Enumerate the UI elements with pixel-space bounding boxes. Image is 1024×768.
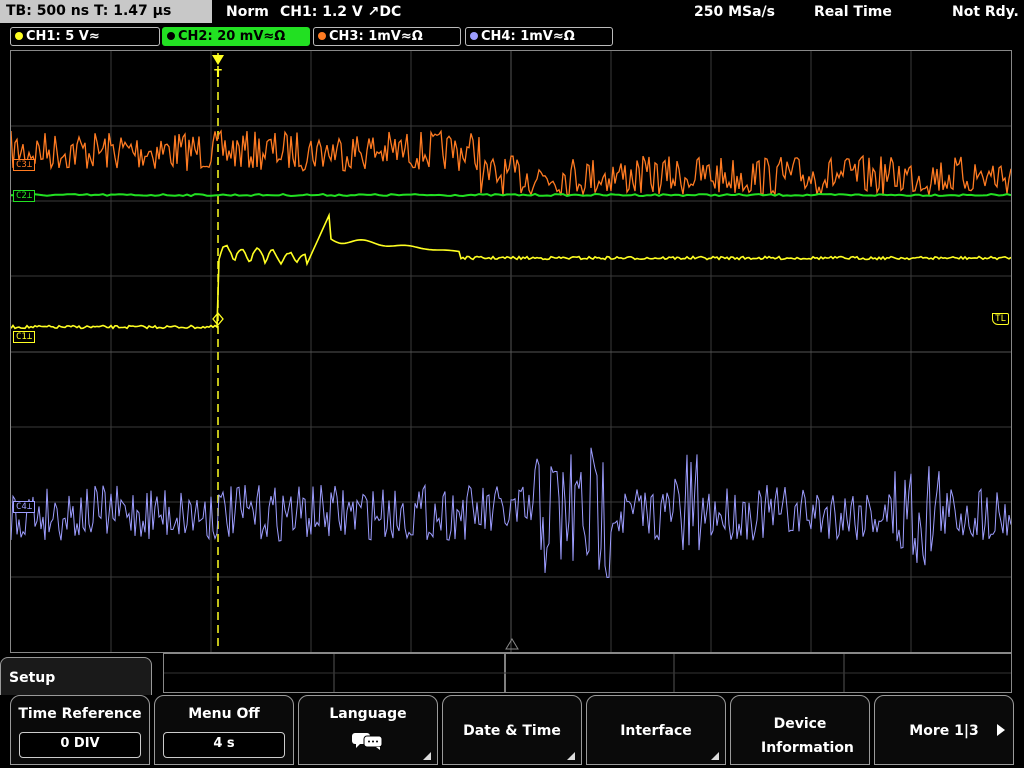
more-button[interactable]: More 1|3: [874, 695, 1014, 765]
zoom-overview-grid: [164, 654, 1011, 692]
zoom-overview-bar[interactable]: [163, 653, 1012, 693]
time-reference-label: Time Reference: [18, 706, 142, 722]
interface-button[interactable]: Interface: [586, 695, 726, 765]
trigger-position-marker[interactable]: [212, 55, 224, 65]
time-reference-value: 0 DIV: [19, 732, 141, 758]
ch2-ground-marker[interactable]: C2⊥: [13, 190, 36, 202]
ch3-ground-marker[interactable]: C3⊥: [13, 159, 36, 171]
trigger-info[interactable]: CH1: 1.2 V ↗DC: [280, 0, 401, 24]
tab-ch4-label: CH4: 1mV≈Ω: [481, 29, 575, 44]
language-button[interactable]: Language: [298, 695, 438, 765]
timebase-readout[interactable]: TB: 500 ns T: 1.47 µs: [0, 0, 212, 23]
language-label: Language: [329, 706, 407, 722]
waveform-display[interactable]: T C3⊥ C2⊥ C1⊥ C4⊥ TL: [10, 50, 1012, 653]
next-page-arrow-icon: [997, 724, 1005, 736]
speech-bubbles-icon: [352, 733, 383, 750]
acquisition-mode: Real Time: [814, 4, 892, 20]
tab-ch2[interactable]: CH2: 20 mV≈Ω: [162, 27, 310, 46]
time-reference-button[interactable]: Time Reference 0 DIV: [10, 695, 150, 765]
bottom-trigger-arrow: [505, 638, 519, 650]
ready-state: Not Rdy.: [952, 4, 1019, 20]
softkey-bar: Time Reference 0 DIV Menu Off 4 s Langua…: [0, 695, 1024, 768]
ch3-color-dot: [318, 32, 326, 40]
tab-ch2-label: CH2: 20 mV≈Ω: [178, 29, 286, 44]
tab-ch1-label: CH1: 5 V≈: [26, 29, 100, 44]
trigger-level-marker[interactable]: TL: [992, 313, 1009, 325]
sample-rate: 250 MSa/s: [694, 4, 776, 20]
trigger-marker-label: T: [214, 67, 222, 80]
ch2-color-dot: [167, 32, 175, 40]
ch4-ground-marker[interactable]: C4⊥: [13, 501, 36, 513]
device-information-label: Device Information: [761, 716, 854, 756]
submenu-corner-icon: [423, 752, 431, 760]
date-time-button[interactable]: Date & Time: [442, 695, 582, 765]
menu-off-button[interactable]: Menu Off 4 s: [154, 695, 294, 765]
more-label: More 1|3: [909, 723, 979, 739]
tab-ch3[interactable]: CH3: 1mV≈Ω: [313, 27, 461, 46]
tab-ch4[interactable]: CH4: 1mV≈Ω: [465, 27, 613, 46]
menu-off-label: Menu Off: [188, 706, 260, 722]
tab-ch3-label: CH3: 1mV≈Ω: [329, 29, 423, 44]
device-information-button[interactable]: Device Information: [730, 695, 870, 765]
ch1-color-dot: [15, 32, 23, 40]
date-time-label: Date & Time: [463, 723, 561, 739]
channel-tabs: CH1: 5 V≈ CH2: 20 mV≈Ω CH3: 1mV≈Ω CH4: 1…: [0, 26, 1024, 48]
ch4-color-dot: [470, 32, 478, 40]
interface-label: Interface: [620, 723, 692, 739]
submenu-corner-icon: [567, 752, 575, 760]
trigger-mode[interactable]: Norm: [226, 0, 269, 24]
submenu-corner-icon: [711, 752, 719, 760]
ch1-ground-marker[interactable]: C1⊥: [13, 331, 36, 343]
status-bar: TB: 500 ns T: 1.47 µs Norm CH1: 1.2 V ↗D…: [0, 0, 1024, 24]
waveform-canvas: T: [11, 51, 1011, 652]
tab-ch1[interactable]: CH1: 5 V≈: [10, 27, 160, 46]
menu-off-value: 4 s: [163, 732, 285, 758]
